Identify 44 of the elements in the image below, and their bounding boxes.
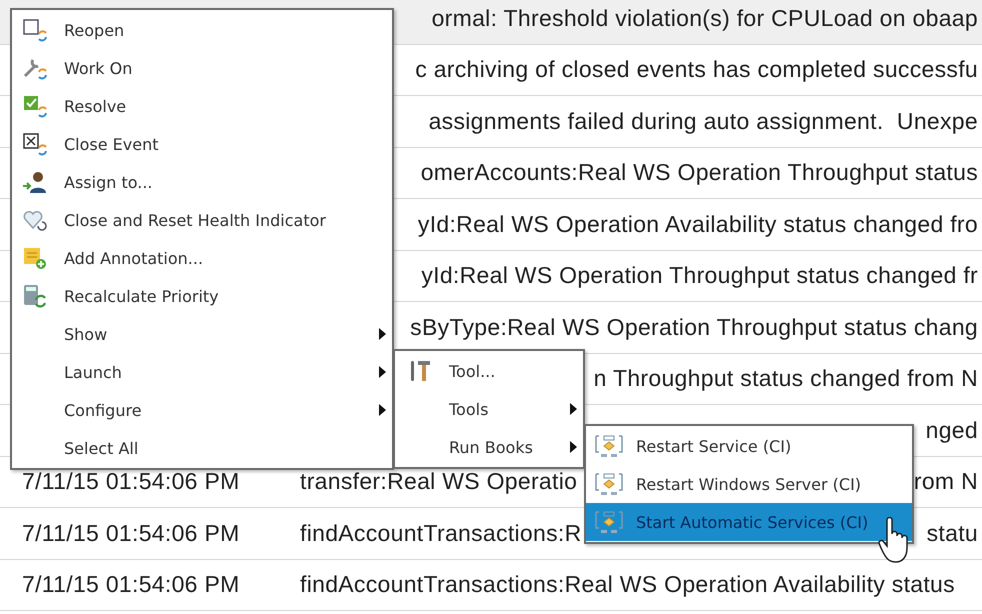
submenu-arrow-icon bbox=[570, 441, 577, 453]
table-row[interactable]: 7/11/15 01:54:06 PM findAccountTransactions:Real WS Operation Availability status bbox=[0, 560, 982, 611]
menu-item[interactable]: Launch bbox=[12, 353, 392, 391]
message-text: transfer:Real WS Operatio bbox=[300, 468, 578, 496]
menu-item[interactable]: Restart Windows Server (CI) bbox=[586, 465, 912, 503]
message-text: rom N bbox=[914, 468, 978, 496]
message-text: findAccountTransactions:R bbox=[300, 520, 582, 547]
submenu-arrow-icon bbox=[379, 328, 386, 340]
runbook-icon bbox=[594, 434, 624, 458]
message-text: yId:Real WS Operation Throughput status changed fr bbox=[421, 262, 978, 290]
table-cell: 7/11/15 01:54:06 PM bbox=[22, 520, 240, 546]
runbook-icon bbox=[594, 510, 624, 534]
message-text: ormal: Threshold violation(s) for CPULoad on obaap bbox=[432, 4, 978, 32]
note-icon bbox=[22, 246, 48, 270]
message-text: assignments failed during auto assignment. Unexpe bbox=[428, 108, 978, 135]
message-text: yId:Real WS Operation Availability status changed fro bbox=[418, 210, 978, 238]
close-icon bbox=[22, 132, 48, 156]
runbook-icon bbox=[594, 472, 624, 496]
message-text: nged bbox=[926, 416, 978, 444]
heart-icon bbox=[22, 208, 48, 232]
menu-item[interactable]: Work On bbox=[12, 49, 392, 87]
message-text: c archiving of closed events has completed successfu bbox=[415, 56, 978, 84]
table-cell: 7/11/15 01:54:06 PM bbox=[22, 571, 240, 598]
submenu-arrow-icon bbox=[379, 404, 386, 416]
menu-item[interactable]: Close and Reset Health Indicator bbox=[12, 201, 392, 239]
wrench-icon bbox=[22, 56, 48, 80]
menu-item[interactable]: Tools bbox=[395, 390, 583, 428]
checkmark-icon bbox=[22, 94, 48, 118]
submenu-arrow-icon bbox=[379, 366, 386, 378]
message-text: statu bbox=[926, 520, 978, 547]
message-text: omerAccounts:Real WS Operation Throughput status bbox=[420, 159, 978, 186]
reopen-icon bbox=[22, 18, 48, 42]
person-icon bbox=[22, 170, 48, 194]
message-text: findAccountTransactions:Real WS Operation Availability status bbox=[300, 571, 955, 598]
message-text: sByType:Real WS Operation Throughput status chang bbox=[410, 314, 978, 341]
menu-item[interactable]: Show bbox=[12, 315, 392, 353]
menu-item[interactable]: Assign to... bbox=[12, 163, 392, 201]
menu-item[interactable]: Configure bbox=[12, 391, 392, 429]
menu-item[interactable]: Tool... bbox=[395, 352, 583, 390]
calculator-icon bbox=[22, 284, 48, 308]
message-text: n Throughput status changed from N bbox=[594, 365, 978, 392]
menu-item[interactable]: Start Automatic Services (CI) bbox=[586, 503, 912, 541]
table-cell: 7/11/15 01:54:06 PM bbox=[22, 468, 240, 494]
submenu-arrow-icon bbox=[570, 403, 577, 415]
